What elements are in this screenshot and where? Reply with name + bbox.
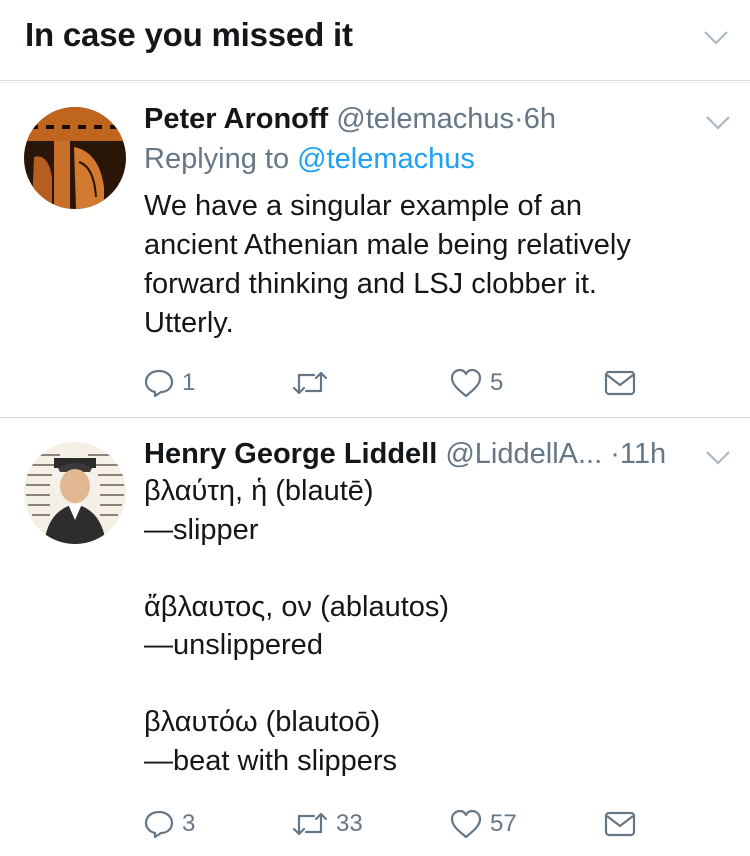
timestamp[interactable]: 6h	[524, 103, 556, 135]
chevron-down-icon[interactable]	[705, 115, 731, 131]
like-button[interactable]: 5	[450, 363, 503, 403]
replying-to: Replying to @telemachus	[144, 143, 475, 176]
reply-button[interactable]: 3	[144, 804, 195, 844]
heart-icon	[450, 809, 482, 839]
author-name[interactable]: Peter Aronoff	[144, 103, 328, 135]
retweet-button[interactable]: 33	[292, 804, 363, 844]
like-count: 57	[490, 810, 517, 837]
like-button[interactable]: 57	[450, 804, 517, 844]
reply-button[interactable]: 1	[144, 363, 195, 403]
separator-dot: ·	[514, 103, 524, 135]
tweet-header: Henry George Liddell @LiddellA... ·11h	[144, 438, 666, 471]
tweet-text: βλαύτη, ἡ (blautē) —slipper ἄβλαυτος, ον…	[144, 475, 450, 777]
tweet[interactable]: Peter Aronoff @telemachus·6h Replying to…	[0, 83, 750, 418]
replying-to-label: Replying to	[144, 143, 290, 175]
author-name[interactable]: Henry George Liddell	[144, 438, 437, 470]
timestamp[interactable]: 11h	[620, 438, 666, 470]
tweet-actions: 1 5	[144, 363, 704, 403]
separator-dot: ·	[610, 438, 620, 470]
tweet-actions: 3 33 57	[144, 804, 704, 844]
tweet[interactable]: Henry George Liddell @LiddellA... ·11h β…	[0, 418, 750, 856]
retweet-count: 33	[336, 810, 363, 837]
retweet-icon	[292, 809, 328, 839]
retweet-button[interactable]	[292, 363, 336, 403]
tweet-header: Peter Aronoff @telemachus·6h	[144, 103, 556, 136]
reply-count: 1	[182, 369, 196, 396]
avatar[interactable]	[24, 107, 126, 209]
reply-count: 3	[182, 810, 196, 837]
chevron-down-icon[interactable]	[705, 450, 731, 466]
section-header: In case you missed it	[0, 0, 750, 81]
author-handle[interactable]: @telemachus	[336, 103, 514, 135]
tweet-text: We have a singular example of an ancient…	[144, 190, 631, 339]
direct-message-button[interactable]	[604, 804, 636, 844]
retweet-icon	[292, 368, 328, 398]
author-handle[interactable]: @LiddellA...	[445, 438, 602, 470]
mention-link[interactable]: @telemachus	[297, 143, 475, 175]
like-count: 5	[490, 369, 504, 396]
section-title: In case you missed it	[25, 16, 353, 53]
avatar[interactable]	[24, 442, 126, 544]
envelope-icon	[604, 369, 636, 397]
envelope-icon	[604, 810, 636, 838]
reply-icon	[144, 809, 174, 839]
chevron-down-icon[interactable]	[703, 30, 729, 46]
reply-icon	[144, 368, 174, 398]
heart-icon	[450, 368, 482, 398]
direct-message-button[interactable]	[604, 363, 636, 403]
